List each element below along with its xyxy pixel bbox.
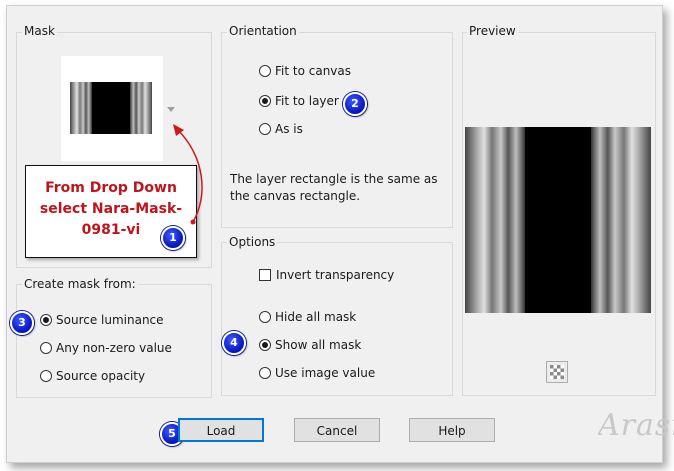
radio-use-image-value-label: Use image value — [275, 366, 376, 380]
badge-2: 2 — [343, 92, 367, 116]
radio-fit-to-canvas[interactable]: Fit to canvas — [259, 64, 351, 78]
radio-source-luminance-dot[interactable] — [40, 314, 52, 326]
badge-3: 3 — [10, 311, 34, 335]
mask-thumb-left-stripes — [70, 82, 92, 134]
help-button[interactable]: Help — [409, 418, 495, 442]
radio-source-opacity-label: Source opacity — [56, 369, 146, 383]
radio-fit-to-canvas-label: Fit to canvas — [275, 64, 352, 78]
preview-right-stripes — [591, 127, 651, 313]
radio-source-luminance-label: Source luminance — [56, 313, 164, 327]
preview-legend: Preview — [467, 24, 518, 38]
checkerboard-icon[interactable] — [546, 361, 568, 383]
radio-show-all-mask-dot[interactable] — [259, 339, 271, 351]
radio-hide-all-mask-label: Hide all mask — [275, 310, 357, 324]
radio-use-image-value[interactable]: Use image value — [259, 366, 375, 380]
dropdown-arrow-icon[interactable] — [167, 107, 175, 112]
radio-as-is-label: As is — [275, 122, 303, 136]
radio-source-opacity[interactable]: Source opacity — [40, 369, 145, 383]
invert-transparency-label: Invert transparency — [276, 268, 395, 282]
radio-hide-all-mask[interactable]: Hide all mask — [259, 310, 356, 324]
orientation-legend: Orientation — [227, 24, 299, 38]
invert-transparency-box[interactable] — [259, 269, 271, 281]
cancel-button[interactable]: Cancel — [294, 418, 380, 442]
radio-fit-to-layer[interactable]: Fit to layer — [259, 94, 339, 108]
preview-left-stripes — [465, 127, 525, 313]
radio-show-all-mask-label: Show all mask — [275, 338, 362, 352]
orientation-description: The layer rectangle is the same as the c… — [230, 172, 438, 203]
checkerboard-icon-glyph — [550, 365, 564, 379]
radio-source-opacity-dot[interactable] — [40, 370, 52, 382]
invert-transparency-checkbox[interactable]: Invert transparency — [259, 268, 394, 282]
options-legend: Options — [227, 235, 278, 249]
preview-image — [465, 127, 651, 313]
badge-1: 1 — [161, 226, 185, 250]
mask-thumb-right-stripes — [130, 82, 152, 134]
radio-hide-all-mask-dot[interactable] — [259, 311, 271, 323]
mask-thumbnail[interactable] — [61, 56, 163, 161]
radio-show-all-mask[interactable]: Show all mask — [259, 338, 361, 352]
mask-legend: Mask — [22, 24, 57, 38]
radio-fit-to-layer-label: Fit to layer — [275, 94, 339, 108]
radio-as-is-dot[interactable] — [259, 123, 271, 135]
radio-fit-to-layer-dot[interactable] — [259, 95, 271, 107]
radio-any-non-zero-label: Any non-zero value — [56, 341, 172, 355]
watermark: Arasimages — [598, 408, 674, 443]
create-mask-legend: Create mask from: — [22, 277, 138, 291]
radio-any-non-zero[interactable]: Any non-zero value — [40, 341, 172, 355]
badge-4: 4 — [222, 331, 246, 355]
load-button[interactable]: Load — [178, 418, 264, 442]
radio-as-is[interactable]: As is — [259, 122, 303, 136]
radio-source-luminance[interactable]: Source luminance — [40, 313, 164, 327]
radio-fit-to-canvas-dot[interactable] — [259, 65, 271, 77]
radio-use-image-value-dot[interactable] — [259, 367, 271, 379]
radio-any-non-zero-dot[interactable] — [40, 342, 52, 354]
